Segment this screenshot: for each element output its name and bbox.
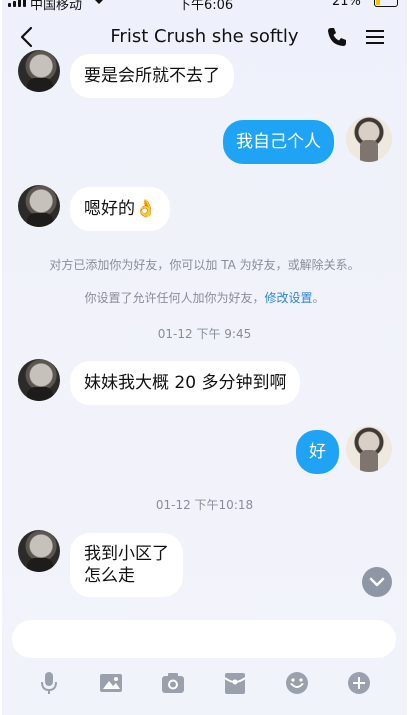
plus-icon	[348, 672, 370, 694]
wifi-icon	[92, 0, 106, 9]
contact-avatar[interactable]	[18, 185, 60, 227]
scroll-to-bottom-button[interactable]	[362, 567, 392, 597]
message-input[interactable]	[12, 620, 396, 658]
received-message[interactable]: 妹妹我大概 20 多分钟到啊	[70, 361, 301, 405]
image-icon	[100, 674, 122, 692]
received-message[interactable]: 嗯好的👌	[70, 187, 171, 231]
received-message[interactable]: 我到小区了 怎么走	[70, 533, 183, 597]
message-line: 怎么走	[84, 566, 135, 586]
chat-header: Frist Crush she softly	[2, 20, 407, 54]
menu-icon	[366, 30, 384, 44]
system-notice: 对方已添加你为好友，你可以加 TA 为好友，或解除关系。	[49, 258, 360, 272]
timestamp: 01-12 下午10:18	[155, 498, 254, 512]
contact-avatar[interactable]	[18, 50, 60, 92]
system-notice-settings: 你设置了允许任何人加你为好友，修改设置。	[2, 289, 407, 306]
more-options-button[interactable]	[346, 670, 372, 696]
battery-icon	[374, 0, 398, 7]
carrier-label: 中国移动	[30, 0, 83, 13]
camera-button[interactable]	[160, 670, 186, 696]
input-toolbar	[2, 666, 407, 702]
voice-call-button[interactable]	[326, 26, 348, 48]
chat-screen: 中国移动 下午6:06 21% Frist Crush she softly 要…	[2, 0, 407, 715]
emoji-icon	[286, 672, 308, 694]
sent-message[interactable]: 我自己个人	[223, 120, 334, 164]
camera-icon	[162, 673, 184, 693]
received-message[interactable]: 要是会所就不去了	[70, 54, 234, 98]
phone-icon	[328, 28, 346, 46]
my-avatar[interactable]	[346, 426, 392, 472]
message-line: 我到小区了	[84, 544, 169, 564]
contact-avatar[interactable]	[18, 359, 60, 401]
voice-button[interactable]	[36, 670, 62, 696]
battery-percent: 21%	[332, 0, 361, 9]
photo-button[interactable]	[98, 670, 124, 696]
signal-icon	[8, 0, 26, 7]
clock: 下午6:06	[178, 0, 234, 13]
my-avatar[interactable]	[346, 116, 392, 162]
modify-settings-link[interactable]: 修改设置	[264, 291, 312, 305]
red-envelope-icon	[224, 673, 246, 694]
system-notice-text: 你设置了允许任何人加你为好友，	[84, 291, 265, 305]
timestamp: 01-12 下午 9:45	[157, 327, 252, 341]
sent-message[interactable]: 好	[296, 430, 339, 474]
more-menu-button[interactable]	[364, 26, 386, 48]
emoji-button[interactable]	[284, 670, 310, 696]
red-envelope-button[interactable]	[222, 670, 248, 696]
chevron-down-icon	[369, 577, 385, 587]
contact-avatar[interactable]	[18, 530, 60, 572]
microphone-icon	[41, 672, 57, 694]
system-notice-end: 。	[312, 291, 325, 305]
status-bar: 中国移动 下午6:06 21%	[2, 0, 407, 13]
